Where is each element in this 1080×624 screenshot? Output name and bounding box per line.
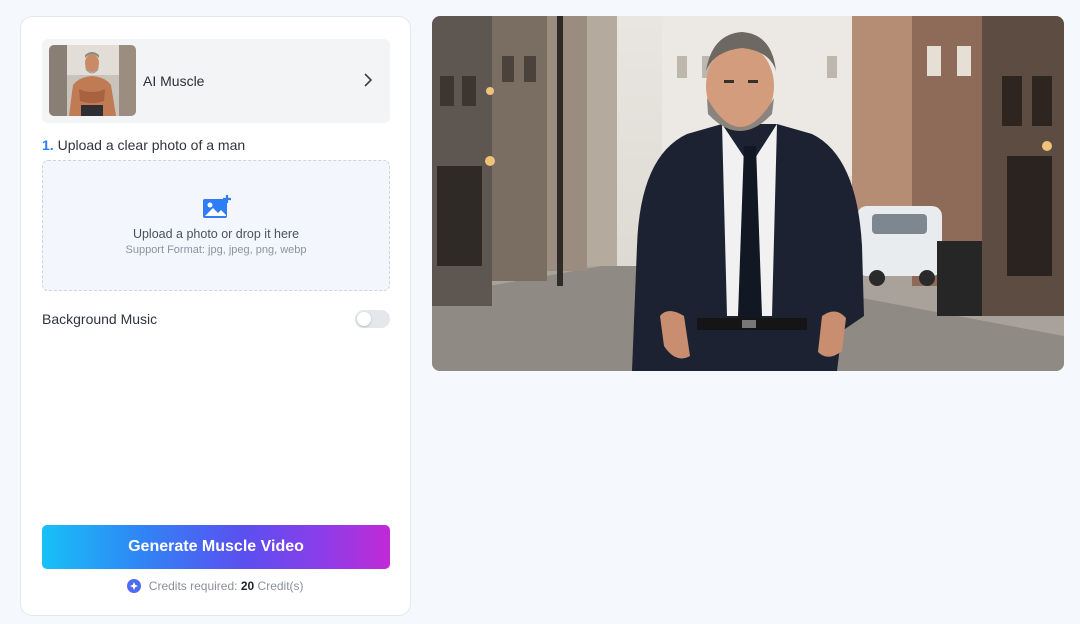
toggle-knob <box>357 312 371 326</box>
background-music-toggle[interactable] <box>355 310 390 328</box>
step-text: Upload a clear photo of a man <box>57 137 246 153</box>
preview-image <box>432 16 1064 371</box>
credits-info: Credits required: 20 Credit(s) <box>21 579 410 593</box>
background-music-label: Background Music <box>42 311 158 327</box>
upload-dropzone[interactable]: Upload a photo or drop it here Support F… <box>42 160 390 291</box>
background-music-row: Background Music <box>42 310 390 330</box>
image-add-icon <box>203 195 231 218</box>
generate-button[interactable]: Generate Muscle Video <box>42 525 390 569</box>
credit-coin-icon <box>127 579 142 593</box>
upload-title: Upload a photo or drop it here <box>132 227 300 241</box>
effect-thumbnail <box>49 45 136 116</box>
upload-step-label: 1. Upload a clear photo of a man <box>42 137 245 153</box>
step-number: 1. <box>42 137 54 153</box>
settings-panel: AI Muscle 1. Upload a clear photo of a m… <box>20 16 411 616</box>
upload-formats: Support Format: jpg, jpeg, png, webp <box>125 244 307 256</box>
chevron-right-icon <box>364 73 373 87</box>
credits-unit: Credit(s) <box>257 579 304 593</box>
effect-selector[interactable]: AI Muscle <box>42 39 390 123</box>
credits-amount: 20 <box>240 579 255 593</box>
credits-prefix: Credits required: <box>148 579 238 593</box>
effect-name: AI Muscle <box>143 73 205 89</box>
